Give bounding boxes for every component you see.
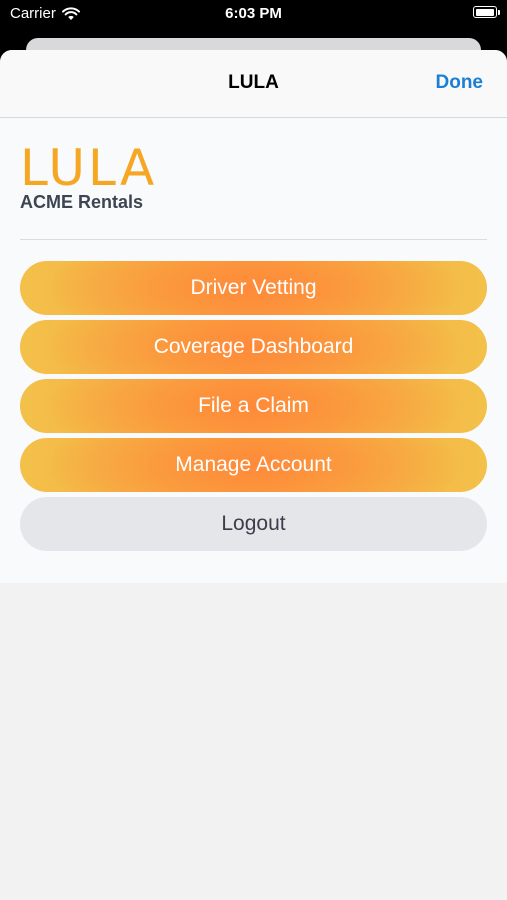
org-name: ACME Rentals xyxy=(20,192,144,212)
manage-account-button[interactable]: Manage Account xyxy=(20,438,487,492)
menu-list: Driver Vetting Coverage Dashboard File a… xyxy=(20,261,487,556)
battery-level xyxy=(475,8,494,16)
coverage-dashboard-button[interactable]: Coverage Dashboard xyxy=(20,320,487,374)
status-time: 6:03 PM xyxy=(225,5,282,22)
done-button[interactable]: Done xyxy=(436,72,484,94)
logout-button[interactable]: Logout xyxy=(20,497,487,551)
brand-area: LULA ACME Rentals xyxy=(20,139,158,213)
divider xyxy=(20,239,487,240)
nav-title: LULA xyxy=(228,72,279,93)
nav-bar: LULA Done xyxy=(0,50,507,118)
menu-content: LULA ACME Rentals Driver Vetting Coverag… xyxy=(0,118,507,583)
lula-logo: LULA xyxy=(20,139,158,197)
driver-vetting-button[interactable]: Driver Vetting xyxy=(20,261,487,315)
modal-sheet: LULA Done LULA ACME Rentals Driver Vetti… xyxy=(0,50,507,900)
file-a-claim-button[interactable]: File a Claim xyxy=(20,379,487,433)
battery-icon xyxy=(473,6,500,18)
status-right xyxy=(473,6,500,18)
status-bar: Carrier 6:03 PM xyxy=(0,0,507,30)
